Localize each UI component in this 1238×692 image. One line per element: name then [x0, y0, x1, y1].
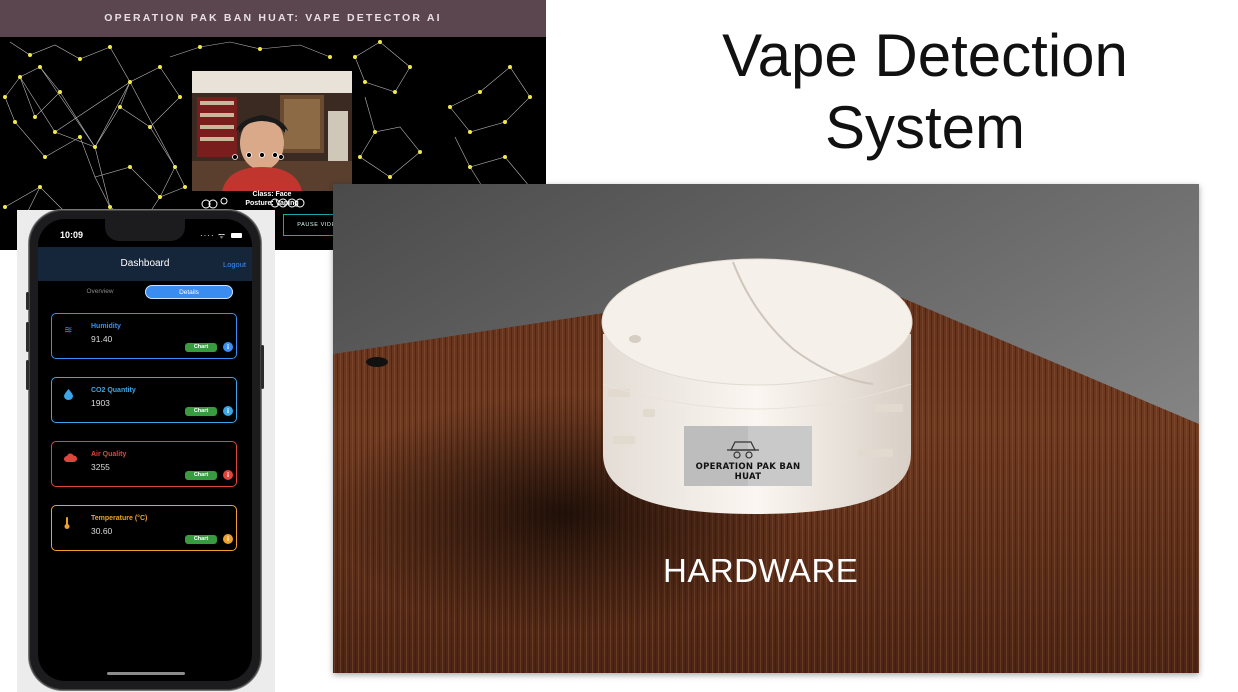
sensor-label: CO2 Quantity	[91, 387, 136, 394]
chart-button[interactable]: Chart	[185, 471, 217, 480]
phone-notch	[105, 219, 185, 241]
phone-screen: 10:09 ···· ᯤ Dashboard Logout Overview D…	[38, 219, 252, 681]
droplet-icon	[64, 389, 73, 403]
slide-title-line-1: Vape Detection	[722, 22, 1128, 89]
hardware-render	[333, 184, 1199, 673]
sensor-card-air-quality[interactable]: Air Quality 3255 Chart i	[51, 441, 237, 487]
sensor-value: 3255	[91, 462, 110, 472]
thermometer-icon	[64, 517, 70, 532]
phone-power-button	[261, 345, 264, 389]
camera-feed	[192, 71, 352, 191]
sensor-label: Temperature (°C)	[91, 515, 148, 522]
app-bar: Dashboard Logout	[38, 247, 252, 281]
phone-volume-down-button	[26, 360, 29, 390]
app-title: Dashboard	[120, 258, 170, 269]
info-icon[interactable]: i	[223, 470, 233, 480]
status-time: 10:09	[60, 230, 84, 240]
segmented-tabs: Overview Details	[38, 281, 252, 303]
info-icon[interactable]: i	[223, 534, 233, 544]
sensor-card-humidity[interactable]: ≋ Humidity 91.40 Chart i	[51, 313, 237, 359]
info-icon[interactable]: i	[223, 406, 233, 416]
phone-volume-up-button	[26, 322, 29, 352]
web-app-header: OPERATION PAK BAN HUAT: VAPE DETECTOR AI	[0, 0, 546, 37]
hardware-label: HARDWARE	[663, 552, 859, 589]
status-icons: ···· ᯤ	[200, 230, 243, 241]
sensor-card-temperature[interactable]: Temperature (°C) 30.60 Chart i	[51, 505, 237, 551]
wifi-icon: ᯤ	[217, 231, 227, 240]
tab-details[interactable]: Details	[145, 285, 233, 299]
tab-overview[interactable]: Overview	[68, 285, 132, 299]
chart-button[interactable]: Chart	[185, 343, 217, 352]
sensor-card-co2[interactable]: CO2 Quantity 1903 Chart i	[51, 377, 237, 423]
waves-icon: ≋	[64, 325, 73, 336]
signal-icon: ····	[200, 231, 215, 240]
device-logo-text: OPERATION PAK BAN HUAT	[695, 462, 801, 482]
battery-icon	[231, 233, 243, 239]
slide-title: Vape Detection System	[640, 20, 1210, 164]
sensor-value: 1903	[91, 398, 110, 408]
sensor-value: 30.60	[91, 526, 113, 536]
info-icon[interactable]: i	[223, 342, 233, 352]
slide-title-line-2: System	[824, 94, 1026, 161]
home-indicator	[107, 672, 185, 675]
phone-mute-button	[26, 292, 29, 310]
cloud-icon	[64, 453, 78, 465]
pose-keypoint-circles	[201, 197, 305, 209]
sensor-label: Air Quality	[91, 451, 127, 458]
chart-button[interactable]: Chart	[185, 407, 217, 416]
chart-button[interactable]: Chart	[185, 535, 217, 544]
phone-mockup: 10:09 ···· ᯤ Dashboard Logout Overview D…	[26, 210, 264, 690]
logout-button[interactable]: Logout	[223, 260, 246, 269]
sensor-label: Humidity	[91, 323, 121, 330]
sensor-value: 91.40	[91, 334, 113, 344]
